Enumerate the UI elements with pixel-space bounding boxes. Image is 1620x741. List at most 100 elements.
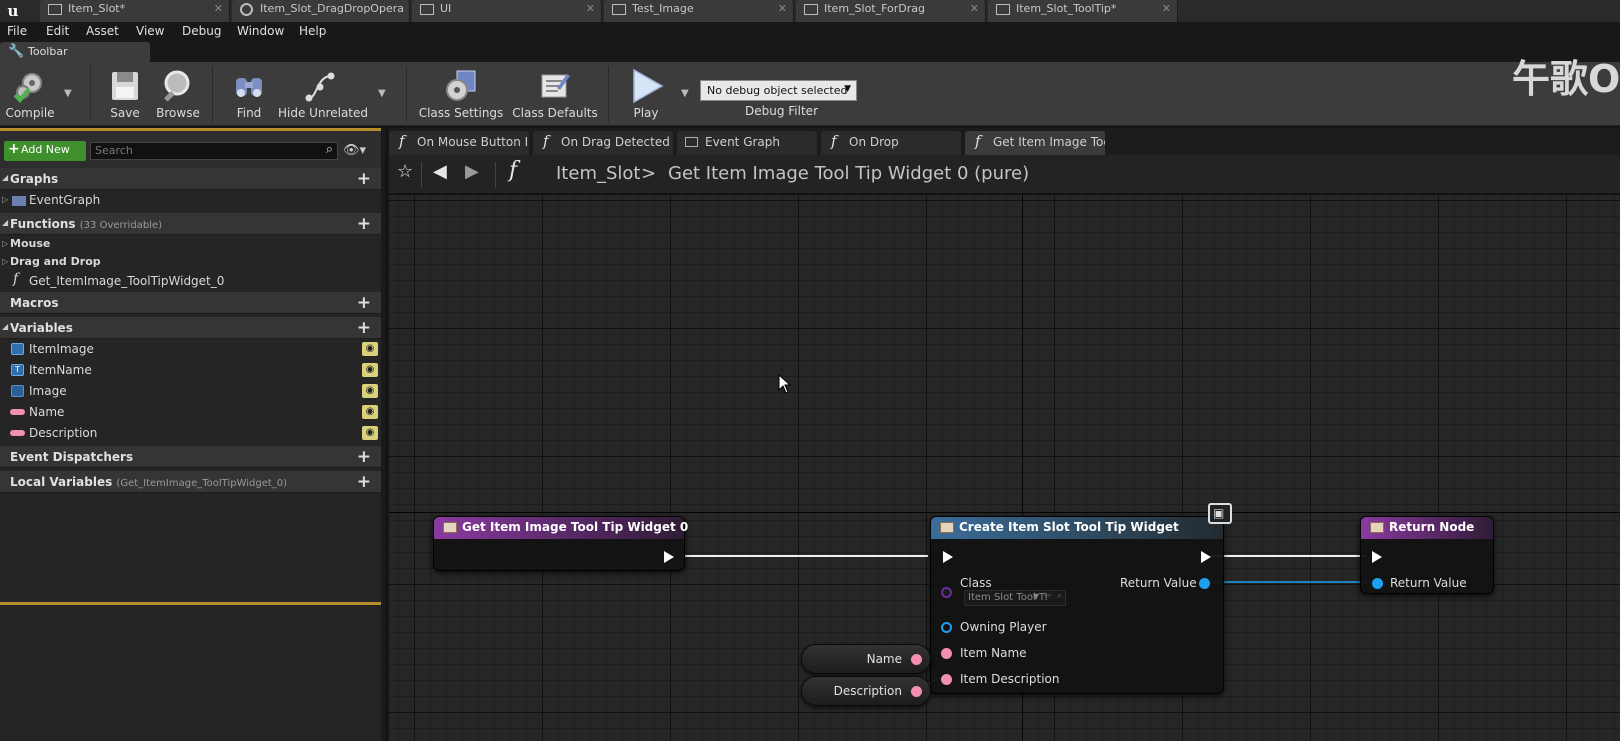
graph-tab-on-drag-detected[interactable]: f On Drag Detected [533, 131, 673, 155]
add-graph-button[interactable]: + [357, 169, 371, 189]
section-graphs[interactable]: ◢ Graphs + [0, 168, 381, 190]
class-select-dropdown[interactable]: Item Slot Tool Ti ▼ ⇦ ⌕ [964, 590, 1066, 606]
variable-name[interactable]: Name ◉ [0, 402, 381, 423]
item-description-pin[interactable] [941, 674, 952, 685]
class-pin[interactable] [941, 587, 952, 598]
get-name-node[interactable]: Name [801, 644, 931, 674]
eye-icon[interactable]: ◉ [362, 363, 378, 377]
doc-tab-item-slot-fordrag[interactable]: Item_Slot_ForDrag ✕ [796, 0, 986, 22]
eye-icon[interactable]: ◉ [362, 384, 378, 398]
my-blueprint-header: + Add New Search ⌕ 👁▾ [0, 128, 381, 168]
variable-description[interactable]: Description ◉ [0, 423, 381, 444]
visibility-eye-icon[interactable]: 👁▾ [343, 143, 366, 158]
unreal-logo: u [7, 2, 19, 20]
function-icon: f [13, 271, 19, 287]
function-entry-node[interactable]: Get Item Image Tool Tip Widget 0 [433, 516, 688, 571]
owning-player-pin[interactable] [941, 622, 952, 633]
class-defaults-button[interactable]: Class Defaults [512, 64, 598, 124]
circle-icon [240, 3, 253, 16]
browse-button[interactable]: Browse [152, 64, 204, 124]
add-macro-button[interactable]: + [357, 293, 371, 313]
tree-category-drag-and-drop[interactable]: ▷ Drag and Drop [0, 253, 381, 273]
browse-search-icon[interactable]: ⌕ [1057, 591, 1062, 601]
close-icon[interactable]: ✕ [970, 1, 979, 17]
menu-asset[interactable]: Asset [86, 24, 119, 38]
variable-item-name[interactable]: T ItemName ◉ [0, 360, 381, 381]
section-functions[interactable]: ◢ Functions (33 Overridable) + [0, 213, 381, 235]
find-button[interactable]: Find [222, 64, 276, 124]
document-tab-bar: u Item_Slot* ✕ Item_Slot_DragDropOpera U… [0, 0, 1620, 22]
doc-tab-item-slot-tooltip[interactable]: Item_Slot_ToolTip* ✕ [988, 0, 1178, 22]
add-function-button[interactable]: + [357, 214, 371, 234]
exec-out-pin[interactable] [664, 551, 674, 563]
close-icon[interactable]: ✕ [586, 1, 595, 17]
play-button[interactable]: Play [618, 64, 674, 124]
graph-tab-get-item-image-tooltip[interactable]: f Get Item Image Toc [965, 131, 1105, 155]
add-variable-button[interactable]: + [357, 318, 371, 338]
graph-tab-event-graph[interactable]: Event Graph [677, 131, 817, 155]
tree-category-mouse[interactable]: ▷ Mouse [0, 235, 381, 255]
graph-tab-on-drop[interactable]: f On Drop [821, 131, 961, 155]
mouse-cursor-icon [778, 374, 792, 394]
doc-tab-item-slot[interactable]: Item_Slot* ✕ [40, 0, 230, 22]
breadcrumb-class[interactable]: Item_Slot [556, 163, 640, 184]
back-arrow-icon[interactable]: ◀ [433, 161, 447, 182]
tree-item-event-graph[interactable]: ▷ EventGraph [0, 191, 381, 211]
plus-icon: + [8, 141, 20, 157]
variable-item-image[interactable]: ItemImage ◉ [0, 339, 381, 360]
play-options-arrow[interactable]: ▼ [681, 88, 689, 99]
close-icon[interactable]: ✕ [1162, 1, 1171, 17]
doc-tab-test-image[interactable]: Test_Image ✕ [604, 0, 794, 22]
separator [495, 162, 496, 188]
graph-tab-on-mouse-button[interactable]: f On Mouse Button I [389, 131, 529, 155]
item-name-pin[interactable] [941, 648, 952, 659]
section-event-dispatchers[interactable]: Event Dispatchers + [0, 446, 381, 468]
add-new-button[interactable]: + Add New [4, 141, 86, 161]
name-out-pin[interactable] [911, 654, 922, 665]
save-button[interactable]: Save [100, 64, 150, 124]
return-node[interactable]: Return Node Return Value [1360, 516, 1494, 594]
section-local-variables[interactable]: Local Variables (Get_ItemImage_ToolTipWi… [0, 471, 381, 493]
return-value-out-pin[interactable] [1199, 578, 1210, 589]
menu-edit[interactable]: Edit [46, 24, 69, 38]
variable-image[interactable]: Image ◉ [0, 381, 381, 402]
tree-item-function[interactable]: f Get_ItemImage_ToolTipWidget_0 [0, 271, 381, 291]
eye-icon[interactable]: ◉ [362, 342, 378, 356]
function-icon: f [831, 132, 837, 150]
exec-out-pin[interactable] [1201, 551, 1211, 563]
node-graph-icon [305, 72, 335, 102]
section-variables[interactable]: ◢ Variables + [0, 317, 381, 339]
close-icon[interactable]: ✕ [778, 1, 787, 17]
compile-options-arrow[interactable]: ▼ [64, 88, 72, 99]
menu-debug[interactable]: Debug [182, 24, 221, 38]
add-local-variable-button[interactable]: + [357, 472, 371, 492]
forward-arrow-icon[interactable]: ▶ [465, 161, 479, 182]
doc-tab-drag-drop-operation[interactable]: Item_Slot_DragDropOpera [232, 0, 410, 22]
exec-in-pin[interactable] [1372, 551, 1382, 563]
class-settings-button[interactable]: Class Settings [418, 64, 504, 124]
doc-tab-ui[interactable]: UI ✕ [412, 0, 602, 22]
use-selected-arrow-icon[interactable]: ⇦ [1043, 591, 1051, 601]
compile-button[interactable]: Compile [2, 64, 58, 124]
hide-unrelated-button[interactable]: Hide Unrelated [278, 64, 368, 124]
eye-icon[interactable]: ◉ [362, 405, 378, 419]
section-macros[interactable]: Macros + [0, 292, 381, 314]
menu-help[interactable]: Help [299, 24, 326, 38]
toolbar-tab[interactable]: 🔧 Toolbar [0, 42, 150, 62]
close-icon[interactable]: ✕ [214, 1, 223, 17]
menu-file[interactable]: File [7, 24, 27, 38]
exec-in-pin[interactable] [943, 551, 953, 563]
search-input[interactable]: Search ⌕ [90, 142, 338, 160]
hide-unrelated-options-arrow[interactable]: ▼ [378, 88, 386, 99]
star-icon[interactable]: ☆ [397, 161, 413, 182]
add-event-dispatcher-button[interactable]: + [357, 447, 371, 467]
get-description-node[interactable]: Description [801, 676, 931, 706]
string-type-icon [10, 409, 25, 415]
debug-object-select[interactable]: No debug object selected ▼ [700, 80, 857, 101]
menu-window[interactable]: Window [237, 24, 284, 38]
eye-icon[interactable]: ◉ [362, 426, 378, 440]
return-value-in-pin[interactable] [1372, 578, 1383, 589]
event-graph-icon [12, 196, 26, 206]
menu-view[interactable]: View [136, 24, 164, 38]
description-out-pin[interactable] [911, 686, 922, 697]
